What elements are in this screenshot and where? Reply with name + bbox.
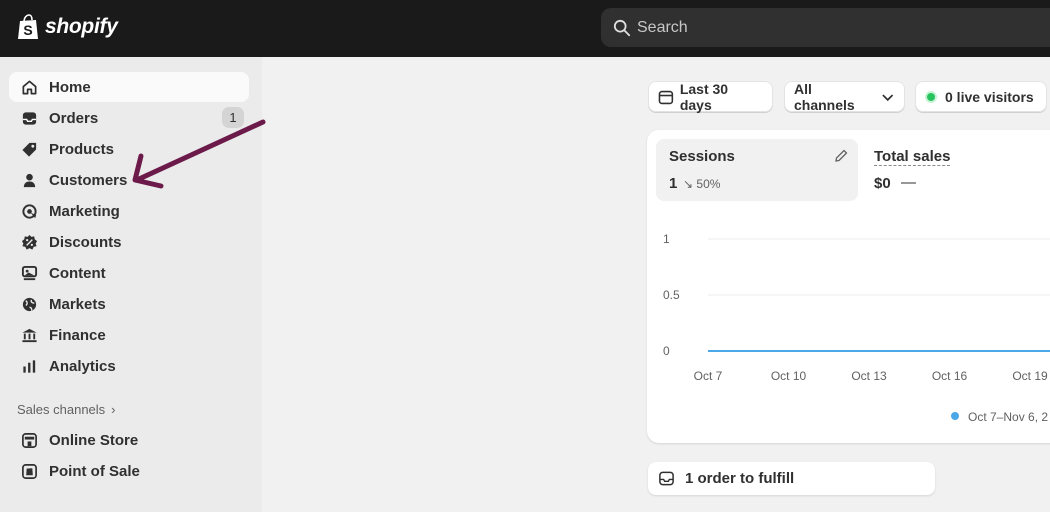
legend-dot [951,412,959,420]
shopify-logo[interactable]: S shopify [16,14,118,40]
sidebar-item-online-store[interactable]: Online Store [9,425,249,455]
sidebar-item-label: Point of Sale [49,462,140,480]
inbox-icon [20,109,38,127]
search-placeholder: Search [637,18,688,36]
search-input[interactable]: Search [601,8,1050,47]
sidebar-item-markets[interactable]: Markets [9,289,249,319]
sidebar-item-label: Orders [49,109,99,127]
search-icon [613,19,631,36]
sales-channels-heading[interactable]: Sales channels › [17,402,116,417]
x-tick-label: Oct 7 [694,369,723,383]
discount-icon [20,233,38,251]
target-icon [20,202,38,220]
pos-icon [20,462,38,480]
sidebar-item-home[interactable]: Home [9,72,249,102]
sidebar-item-label: Discounts [49,233,122,251]
sidebar-item-label: Home [49,78,91,96]
channels-dropdown[interactable]: All channels [784,80,905,113]
channels-label: All channels [794,80,855,113]
sidebar-item-analytics[interactable]: Analytics [9,351,249,381]
metrics-card: Sessions 1 ↘ 50% Total sales $0 — 1 0.5 0 O… [647,130,1050,443]
person-icon [20,171,38,189]
x-tick-label: Oct 19 [1012,369,1048,383]
sales-channels-label: Sales channels [17,402,106,417]
sidebar-item-finance[interactable]: Finance [9,320,249,350]
sidebar-item-discounts[interactable]: Discounts [9,227,249,257]
sidebar-item-label: Analytics [49,357,116,375]
sidebar-item-label: Customers [49,171,128,189]
x-tick-label: Oct 10 [771,369,807,383]
sidebar-item-label: Marketing [49,202,120,220]
x-tick-label: Oct 16 [932,369,968,383]
x-tick-label: Oct 13 [851,369,887,383]
date-range-label: Last 30 days [679,80,729,113]
live-indicator-icon [925,90,937,103]
calendar-icon [658,90,674,104]
annotation-arrow [132,119,266,189]
date-range-button[interactable]: Last 30 days [648,80,773,113]
bank-icon [20,326,38,344]
y-tick-label: 1 [663,232,670,246]
orders-to-fulfill-card[interactable]: 1 order to fulfill [648,462,935,495]
sidebar-item-marketing[interactable]: Marketing [9,196,249,226]
sidebar-item-label: Online Store [49,431,139,449]
home-icon [20,78,38,96]
shopify-bag-icon: S [18,14,38,39]
content-icon [20,264,38,282]
y-tick-label: 0 [663,344,670,358]
legend-label: Oct 7–Nov 6, 2 [968,410,1048,424]
tag-icon [20,140,38,158]
svg-text:S: S [23,22,32,38]
chevron-down-icon [881,93,893,101]
y-tick-label: 0.5 [663,288,680,302]
store-icon [20,431,38,449]
sidebar-item-point-of-sale[interactable]: Point of Sale [9,456,249,486]
live-visitors-label: 0 live visitors [945,88,1034,105]
globe-icon [20,295,38,313]
sidebar-item-label: Products [49,140,115,158]
sidebar-item-label: Markets [49,295,106,313]
top-bar: S shopify Search [0,0,1050,57]
bar-chart-icon [20,357,38,375]
live-visitors-button[interactable]: 0 live visitors [915,81,1047,112]
sidebar-item-content[interactable]: Content [9,258,249,288]
orders-to-fulfill-label: 1 order to fulfill [685,470,795,487]
sessions-chart: 1 0.5 0 Oct 7 Oct 10 Oct 13 Oct 16 Oct 19 Oct 7–… [663,232,1050,424]
sidebar-item-label: Finance [49,326,106,344]
chevron-right-icon: › [111,402,116,417]
logo-text: shopify [45,15,118,38]
inbox-icon [659,471,674,486]
sidebar-item-label: Content [49,264,106,282]
